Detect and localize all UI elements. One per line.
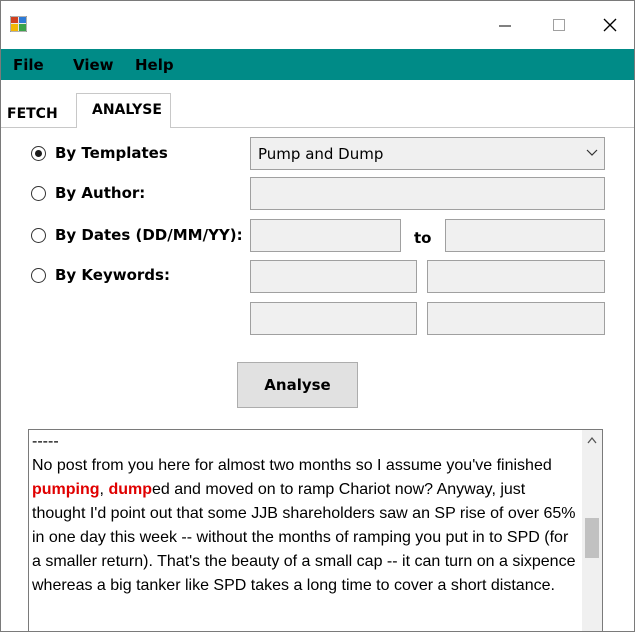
by-author-radio[interactable]	[31, 185, 46, 201]
chevron-down-icon	[586, 149, 598, 156]
tab-analyse[interactable]: ANALYSE	[76, 93, 171, 127]
scroll-up-button[interactable]	[582, 430, 602, 450]
menu-help[interactable]: Help	[135, 56, 174, 74]
minimize-icon	[499, 25, 511, 27]
by-templates-label: By Templates	[55, 144, 168, 162]
template-select[interactable]: Pump and Dump	[250, 137, 605, 170]
results-paragraph: No post from you here for almost two mon…	[32, 454, 579, 598]
app-icon	[10, 16, 27, 32]
highlight-segment: pumping	[32, 481, 100, 498]
chevron-up-icon	[587, 436, 597, 444]
menu-bar: File View Help	[1, 49, 634, 80]
vertical-scrollbar[interactable]	[582, 430, 602, 631]
date-from-input[interactable]	[250, 219, 401, 252]
close-icon	[603, 18, 617, 32]
close-button[interactable]	[588, 5, 632, 45]
maximize-icon	[553, 19, 565, 31]
highlight-segment: dump	[108, 481, 152, 498]
by-dates-radio[interactable]	[31, 227, 46, 243]
analyse-button[interactable]: Analyse	[237, 362, 358, 408]
maximize-button[interactable]	[537, 5, 581, 45]
title-bar	[1, 1, 634, 49]
by-author-label: By Author:	[55, 184, 146, 202]
by-templates-option[interactable]: By Templates	[31, 141, 168, 165]
app-window: File View Help FETCH ANALYSE By Template…	[0, 0, 635, 632]
by-dates-option[interactable]: By Dates (DD/MM/YY):	[31, 223, 243, 247]
tab-strip: FETCH ANALYSE	[1, 93, 634, 127]
date-to-label: to	[414, 229, 432, 247]
tab-fetch[interactable]: FETCH	[5, 98, 58, 127]
by-keywords-radio[interactable]	[31, 267, 46, 283]
keyword-input-2[interactable]	[427, 260, 605, 293]
by-templates-radio[interactable]	[31, 145, 46, 161]
by-keywords-label: By Keywords:	[55, 266, 170, 284]
template-select-value: Pump and Dump	[258, 145, 384, 163]
results-textbox[interactable]: ----- No post from you here for almost t…	[28, 429, 603, 631]
author-input[interactable]	[250, 177, 605, 210]
minimize-button[interactable]	[483, 5, 527, 45]
keyword-input-1[interactable]	[250, 260, 417, 293]
results-text: ----- No post from you here for almost t…	[32, 430, 579, 598]
by-keywords-option[interactable]: By Keywords:	[31, 263, 170, 287]
by-author-option[interactable]: By Author:	[31, 181, 145, 205]
keyword-input-4[interactable]	[427, 302, 605, 335]
scrollbar-thumb[interactable]	[585, 518, 599, 558]
menu-file[interactable]: File	[13, 56, 44, 74]
text-segment: No post from you here for almost two mon…	[32, 457, 552, 474]
date-to-input[interactable]	[445, 219, 605, 252]
menu-view[interactable]: View	[73, 56, 114, 74]
keyword-input-3[interactable]	[250, 302, 417, 335]
by-dates-label: By Dates (DD/MM/YY):	[55, 226, 243, 244]
results-separator: -----	[32, 433, 59, 450]
